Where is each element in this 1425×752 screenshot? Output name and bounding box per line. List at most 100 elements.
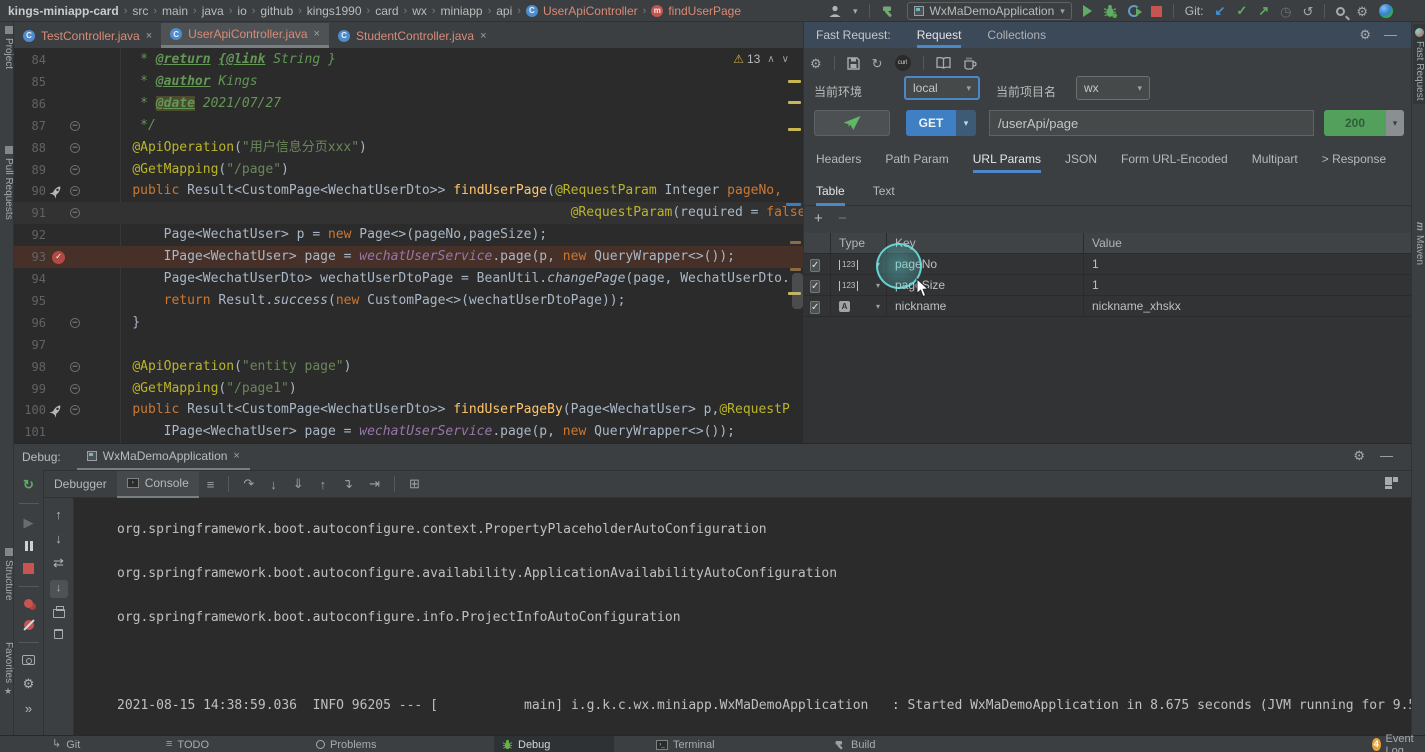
project-select[interactable]: wx ▾ bbox=[1076, 76, 1150, 100]
breakpoint-icon[interactable]: ✓ bbox=[52, 251, 65, 264]
statusbar-debug[interactable]: Debug bbox=[494, 736, 614, 752]
git-commit-icon[interactable]: ✓ bbox=[1236, 3, 1247, 19]
error-stripe-mark[interactable] bbox=[790, 241, 801, 244]
fold-marker-icon[interactable]: − bbox=[70, 208, 80, 218]
tab-response[interactable]: > Response bbox=[1322, 146, 1386, 173]
toolwindow-button-fast-request[interactable]: Fast Request bbox=[1413, 24, 1425, 104]
close-icon[interactable]: × bbox=[480, 30, 486, 42]
up-stack-icon[interactable]: ↑ bbox=[55, 508, 62, 521]
remove-param-button[interactable]: − bbox=[838, 210, 847, 227]
param-key-cell[interactable]: nickname bbox=[887, 296, 1084, 317]
breadcrumb-project[interactable]: kings-miniapp-card bbox=[8, 4, 119, 18]
param-value-cell[interactable]: nickname_xhskx bbox=[1084, 296, 1411, 317]
breadcrumb-item[interactable]: src bbox=[132, 4, 148, 18]
status-code-select[interactable]: 200 ▾ bbox=[1324, 110, 1404, 136]
debug-session-tab[interactable]: WxMaDemoApplication × bbox=[77, 444, 250, 470]
tab-debugger[interactable]: Debugger bbox=[44, 471, 117, 498]
clear-console-icon[interactable] bbox=[54, 629, 63, 639]
error-stripe-mark[interactable] bbox=[788, 101, 801, 104]
git-update-icon[interactable]: ↙ bbox=[1214, 3, 1225, 19]
drop-frame-icon[interactable]: ↴ bbox=[342, 476, 353, 492]
param-checkbox[interactable]: ✓ bbox=[810, 280, 820, 293]
add-param-button[interactable]: + bbox=[814, 210, 823, 227]
param-type-cell[interactable]: A▾ bbox=[831, 296, 887, 317]
tab-url-params[interactable]: URL Params bbox=[973, 146, 1041, 173]
debug-minimize-icon[interactable]: — bbox=[1380, 448, 1393, 463]
stop-icon[interactable] bbox=[23, 563, 34, 574]
close-icon[interactable]: × bbox=[314, 28, 320, 40]
panel-minimize-icon[interactable]: — bbox=[1384, 27, 1397, 42]
param-row-nickname[interactable]: ✓A▾nicknamenickname_xhskx bbox=[804, 296, 1411, 317]
statusbar-event-log[interactable]: 4 Event Log bbox=[1364, 736, 1425, 752]
refresh-icon[interactable]: ↻ bbox=[872, 57, 883, 70]
docs-book-icon[interactable] bbox=[936, 57, 951, 69]
scroll-to-end-icon[interactable]: ↓ bbox=[50, 580, 68, 598]
step-over-icon[interactable]: ↷ bbox=[243, 476, 254, 492]
build-hammer-icon[interactable] bbox=[881, 4, 896, 19]
tab-headers[interactable]: Headers bbox=[816, 146, 861, 173]
breadcrumb-item[interactable]: miniapp bbox=[441, 4, 483, 18]
param-value-cell[interactable]: 1 bbox=[1084, 275, 1411, 296]
fold-marker-icon[interactable]: − bbox=[70, 186, 80, 196]
code-editor[interactable]: 84 * @return {@link String }85 * @author… bbox=[14, 48, 803, 443]
panel-settings-gear-icon[interactable]: ⚙ bbox=[1359, 27, 1371, 43]
fold-marker-icon[interactable]: − bbox=[70, 362, 80, 372]
breadcrumb-item[interactable]: api bbox=[496, 4, 512, 18]
print-icon[interactable] bbox=[53, 609, 65, 618]
step-into-icon[interactable]: ↓ bbox=[270, 477, 277, 492]
run-to-cursor-icon[interactable]: ⇥ bbox=[369, 476, 380, 492]
profiler-button[interactable] bbox=[1128, 5, 1140, 17]
layout-settings-icon[interactable] bbox=[1385, 477, 1399, 489]
history-icon[interactable]: ◷ bbox=[1280, 5, 1291, 18]
close-icon[interactable]: × bbox=[146, 30, 152, 42]
url-input[interactable] bbox=[989, 110, 1314, 136]
request-settings-gear-icon[interactable]: ⚙ bbox=[810, 57, 822, 70]
run-configuration-select[interactable]: WxMaDemoApplication ▾ bbox=[907, 2, 1072, 20]
search-everywhere-icon[interactable] bbox=[1336, 7, 1345, 16]
tab-json[interactable]: JSON bbox=[1065, 146, 1097, 173]
resume-icon[interactable]: ▶ bbox=[24, 516, 34, 529]
save-icon[interactable] bbox=[847, 57, 860, 70]
soft-wrap-icon[interactable]: ⇄ bbox=[53, 556, 64, 569]
prev-warning-icon[interactable]: ∧ bbox=[767, 54, 774, 65]
type-dropdown-icon[interactable]: ▾ bbox=[876, 302, 880, 311]
user-icon[interactable] bbox=[828, 4, 842, 18]
tab-text[interactable]: Text bbox=[873, 177, 895, 206]
tab-collections[interactable]: Collections bbox=[987, 22, 1046, 48]
breadcrumb-item[interactable]: io bbox=[237, 4, 246, 18]
coffee-cup-icon[interactable] bbox=[963, 57, 977, 70]
statusbar-terminal[interactable]: ›_ Terminal bbox=[648, 736, 723, 752]
rollback-icon[interactable]: ↺ bbox=[1303, 5, 1314, 18]
fold-marker-icon[interactable]: − bbox=[70, 165, 80, 175]
tab-form-url-encoded[interactable]: Form URL-Encoded bbox=[1121, 146, 1228, 173]
http-method-select[interactable]: GET ▾ bbox=[906, 110, 976, 136]
close-icon[interactable]: × bbox=[233, 450, 239, 462]
toolwindow-button-maven[interactable]: m Maven bbox=[1413, 222, 1425, 265]
settings-gear-icon[interactable]: ⚙ bbox=[1356, 5, 1368, 18]
breadcrumb-method[interactable]: findUserPage bbox=[668, 4, 741, 18]
error-stripe-mark[interactable] bbox=[786, 203, 801, 206]
param-value-cell[interactable]: 1 bbox=[1084, 254, 1411, 275]
fold-marker-icon[interactable]: − bbox=[70, 318, 80, 328]
tab-path-param[interactable]: Path Param bbox=[885, 146, 948, 173]
editor-tab-userapicontroller[interactable]: C UserApiController.java × bbox=[161, 23, 329, 48]
error-stripe-mark[interactable] bbox=[790, 268, 801, 271]
editor-tab-testcontroller[interactable]: C TestController.java × bbox=[14, 23, 161, 48]
evaluate-expression-icon[interactable]: ⊞ bbox=[409, 476, 420, 492]
tab-request[interactable]: Request bbox=[917, 22, 962, 48]
error-stripe-mark[interactable] bbox=[788, 128, 801, 131]
run-button[interactable] bbox=[1083, 5, 1092, 17]
fold-marker-icon[interactable]: − bbox=[70, 405, 80, 415]
scrollbar-thumb[interactable] bbox=[792, 273, 803, 309]
more-icon[interactable]: » bbox=[25, 702, 32, 715]
statusbar-todo[interactable]: ≡ TODO bbox=[158, 736, 217, 752]
force-step-into-icon[interactable]: ⇓ bbox=[293, 476, 304, 492]
hamburger-icon[interactable]: ≡ bbox=[207, 477, 215, 492]
tab-multipart[interactable]: Multipart bbox=[1252, 146, 1298, 173]
console-output[interactable]: org.springframework.boot.autoconfigure.c… bbox=[74, 498, 1411, 736]
next-warning-icon[interactable]: ∨ bbox=[782, 54, 789, 65]
mute-breakpoints-icon[interactable] bbox=[24, 620, 34, 630]
step-out-icon[interactable]: ↑ bbox=[320, 477, 327, 492]
debug-settings-icon[interactable]: ⚙ bbox=[23, 677, 35, 690]
rerun-icon[interactable]: ↻ bbox=[23, 478, 34, 491]
